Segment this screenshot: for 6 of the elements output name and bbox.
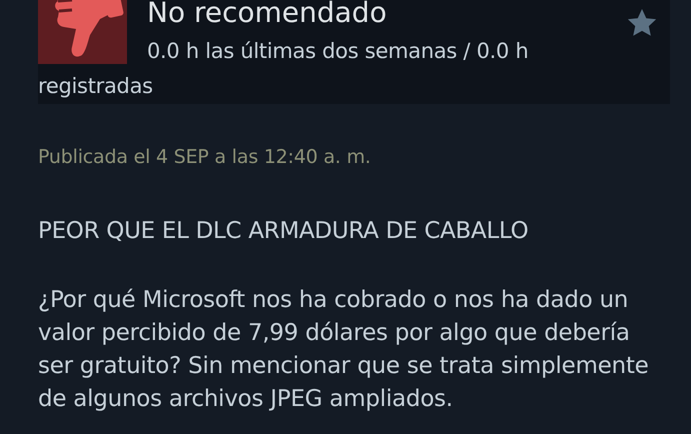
star-icon[interactable] xyxy=(626,7,658,39)
review-text: ¿Por qué Microsoft nos ha cobrado o nos ha dado un valor percibido de 7,99 dólares por algo que debería ser gratuito? Sin mencionar que se trata simplemente de algunos archivos JPEG ampliados. xyxy=(38,286,650,414)
review-title: PEOR QUE EL DLC ARMADURA DE CABALLO xyxy=(38,217,530,246)
post-date: Publicada el 4 SEP a las 12:40 a. m. xyxy=(38,145,372,170)
playtime-text: 0.0 h las últimas dos semanas / 0.0 h registradas xyxy=(38,38,530,100)
verdict-title: No recomendado xyxy=(147,0,387,29)
